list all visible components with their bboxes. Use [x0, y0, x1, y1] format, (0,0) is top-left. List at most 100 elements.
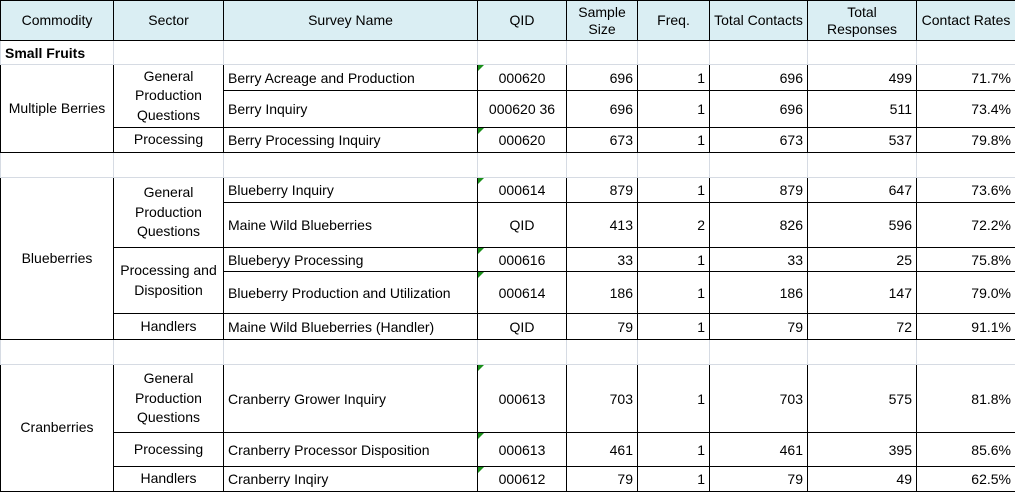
cell[interactable]: [807, 40, 917, 65]
sector-cell[interactable]: General Production Questions: [113, 64, 224, 128]
freq-cell[interactable]: 1: [637, 432, 710, 467]
freq-cell[interactable]: 2: [637, 202, 710, 248]
header-total-responses[interactable]: Total Responses: [807, 0, 917, 41]
survey-name-cell[interactable]: Berry Processing Inquiry: [223, 127, 478, 153]
total-contacts-cell[interactable]: 79: [709, 313, 808, 340]
qid-cell[interactable]: 000614: [477, 271, 567, 314]
freq-cell[interactable]: 1: [637, 364, 710, 433]
total-contacts-cell[interactable]: 461: [709, 432, 808, 467]
sample-size-cell[interactable]: 413: [566, 202, 638, 248]
sector-cell[interactable]: General Production Questions: [113, 177, 224, 248]
total-contacts-cell[interactable]: 696: [709, 64, 808, 91]
cell[interactable]: [0, 152, 114, 178]
header-commodity[interactable]: Commodity: [0, 0, 114, 41]
cell[interactable]: [916, 339, 1015, 365]
sample-size-cell[interactable]: 186: [566, 271, 638, 314]
total-contacts-cell[interactable]: 673: [709, 127, 808, 153]
sector-cell[interactable]: General Production Questions: [113, 364, 224, 433]
qid-cell[interactable]: 000620 36: [477, 90, 567, 128]
qid-cell[interactable]: 000614: [477, 177, 567, 203]
freq-cell[interactable]: 1: [637, 271, 710, 314]
survey-name-cell[interactable]: Maine Wild Blueberries: [223, 202, 478, 248]
sector-cell[interactable]: Processing and Disposition: [113, 247, 224, 314]
cell[interactable]: [916, 152, 1015, 178]
total-responses-cell[interactable]: 147: [807, 271, 917, 314]
cell[interactable]: [113, 152, 224, 178]
cell[interactable]: [477, 152, 567, 178]
sample-size-cell[interactable]: 79: [566, 313, 638, 340]
sample-size-cell[interactable]: 79: [566, 466, 638, 492]
header-total-contacts[interactable]: Total Contacts: [709, 0, 808, 41]
freq-cell[interactable]: 1: [637, 313, 710, 340]
total-responses-cell[interactable]: 49: [807, 466, 917, 492]
total-contacts-cell[interactable]: 826: [709, 202, 808, 248]
cell[interactable]: [477, 339, 567, 365]
freq-cell[interactable]: 1: [637, 90, 710, 128]
total-responses-cell[interactable]: 25: [807, 247, 917, 272]
header-sector[interactable]: Sector: [113, 0, 224, 41]
cell[interactable]: [709, 152, 808, 178]
freq-cell[interactable]: 1: [637, 247, 710, 272]
cell[interactable]: [807, 339, 917, 365]
commodity-cell[interactable]: Cranberries: [0, 364, 114, 492]
total-responses-cell[interactable]: 647: [807, 177, 917, 203]
total-contacts-cell[interactable]: 33: [709, 247, 808, 272]
survey-name-cell[interactable]: Cranberry Inqiry: [223, 466, 478, 492]
total-contacts-cell[interactable]: 186: [709, 271, 808, 314]
survey-name-cell[interactable]: Blueberry Inquiry: [223, 177, 478, 203]
total-responses-cell[interactable]: 511: [807, 90, 917, 128]
sample-size-cell[interactable]: 696: [566, 64, 638, 91]
header-survey-name[interactable]: Survey Name: [223, 0, 478, 41]
total-responses-cell[interactable]: 596: [807, 202, 917, 248]
total-responses-cell[interactable]: 575: [807, 364, 917, 433]
section-title[interactable]: Small Fruits: [0, 40, 114, 65]
contact-rate-cell[interactable]: 79.8%: [916, 127, 1015, 153]
contact-rate-cell[interactable]: 91.1%: [916, 313, 1015, 340]
commodity-cell[interactable]: Blueberries: [0, 177, 114, 340]
total-responses-cell[interactable]: 537: [807, 127, 917, 153]
sample-size-cell[interactable]: 696: [566, 90, 638, 128]
freq-cell[interactable]: 1: [637, 177, 710, 203]
freq-cell[interactable]: 1: [637, 127, 710, 153]
total-contacts-cell[interactable]: 879: [709, 177, 808, 203]
cell[interactable]: [709, 339, 808, 365]
total-contacts-cell[interactable]: 703: [709, 364, 808, 433]
survey-name-cell[interactable]: Berry Acreage and Production: [223, 64, 478, 91]
qid-cell[interactable]: QID: [477, 202, 567, 248]
sector-cell[interactable]: Handlers: [113, 466, 224, 492]
cell[interactable]: [566, 339, 638, 365]
survey-name-cell[interactable]: Blueberry Production and Utilization: [223, 271, 478, 314]
cell[interactable]: [0, 339, 114, 365]
cell[interactable]: [637, 40, 710, 65]
survey-name-cell[interactable]: Cranberry Grower Inquiry: [223, 364, 478, 433]
survey-name-cell[interactable]: Berry Inquiry: [223, 90, 478, 128]
header-contact-rates[interactable]: Contact Rates: [916, 0, 1015, 41]
cell[interactable]: [637, 152, 710, 178]
sample-size-cell[interactable]: 673: [566, 127, 638, 153]
cell[interactable]: [223, 339, 478, 365]
contact-rate-cell[interactable]: 73.6%: [916, 177, 1015, 203]
contact-rate-cell[interactable]: 85.6%: [916, 432, 1015, 467]
qid-cell[interactable]: 000620: [477, 127, 567, 153]
header-sample-size[interactable]: Sample Size: [566, 0, 638, 41]
sample-size-cell[interactable]: 33: [566, 247, 638, 272]
sector-cell[interactable]: Processing: [113, 127, 224, 153]
qid-cell[interactable]: 000620: [477, 64, 567, 91]
sample-size-cell[interactable]: 461: [566, 432, 638, 467]
qid-cell[interactable]: 000613: [477, 432, 567, 467]
total-responses-cell[interactable]: 72: [807, 313, 917, 340]
qid-cell[interactable]: 000613: [477, 364, 567, 433]
cell[interactable]: [916, 40, 1015, 65]
cell[interactable]: [113, 40, 224, 65]
total-responses-cell[interactable]: 499: [807, 64, 917, 91]
sample-size-cell[interactable]: 703: [566, 364, 638, 433]
sector-cell[interactable]: Processing: [113, 432, 224, 467]
contact-rate-cell[interactable]: 81.8%: [916, 364, 1015, 433]
cell[interactable]: [113, 339, 224, 365]
contact-rate-cell[interactable]: 71.7%: [916, 64, 1015, 91]
cell[interactable]: [807, 152, 917, 178]
commodity-cell[interactable]: Multiple Berries: [0, 64, 114, 153]
survey-name-cell[interactable]: Cranberry Processor Disposition: [223, 432, 478, 467]
survey-name-cell[interactable]: Maine Wild Blueberries (Handler): [223, 313, 478, 340]
cell[interactable]: [223, 152, 478, 178]
